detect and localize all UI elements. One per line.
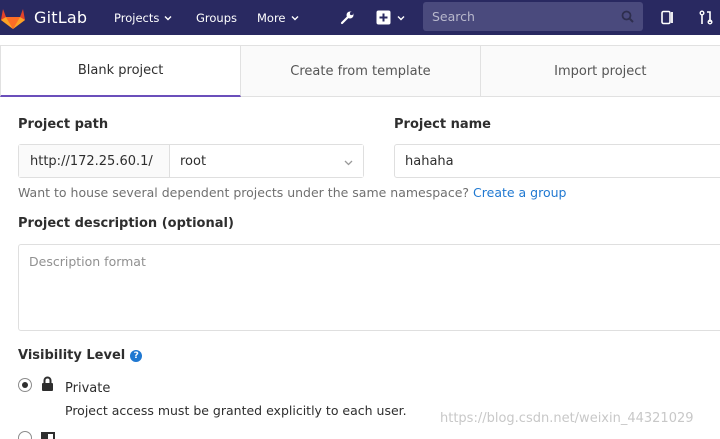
chevron-down-icon [397,15,405,20]
brand-name: GitLab [34,8,88,27]
merge-requests-button[interactable] [699,0,714,35]
project-name-value: hahaha [405,153,454,169]
new-dropdown-button[interactable] [376,0,405,35]
project-path-label: Project path [18,117,109,132]
namespace-value: root [180,153,207,169]
nav-groups-label: Groups [196,10,238,25]
top-navbar: GitLab Projects Groups More [0,0,720,35]
visibility-private-title: Private [65,381,111,396]
project-description-placeholder: Description format [29,254,146,269]
issues-button[interactable] [661,0,676,35]
namespace-select[interactable]: root [170,145,363,177]
chevron-down-icon [291,15,299,20]
lock-icon [42,376,53,391]
search-icon [621,10,634,23]
nav-groups[interactable]: Groups [196,0,237,35]
tab-blank-project-label: Blank project [77,63,164,78]
create-group-link[interactable]: Create a group [473,185,566,200]
search-box[interactable] [423,2,643,31]
tab-create-from-template-label: Create from template [290,64,431,79]
nav-projects[interactable]: Projects [114,0,172,35]
gitlab-logo-icon [1,8,25,29]
merge-request-icon [699,10,713,25]
tab-import-project-label: Import project [554,64,647,79]
visibility-private-description: Project access must be granted explicitl… [65,403,407,418]
issues-icon [661,10,673,25]
shield-icon [41,432,55,439]
watermark: https://blog.csdn.net/weixin_44321029 [440,411,694,426]
project-path-prefix: http://172.25.60.1/ [19,145,170,177]
brand[interactable]: GitLab [0,0,87,35]
chevron-down-icon [164,15,172,20]
wrench-icon [340,11,354,25]
chevron-down-icon [344,160,353,166]
visibility-level-label: Visibility Level? [18,348,143,363]
project-path-group: http://172.25.60.1/ root [18,144,364,178]
nav-projects-label: Projects [114,10,160,25]
tab-import-project[interactable]: Import project [481,46,720,97]
plus-square-icon [376,10,391,25]
nav-more[interactable]: More [257,0,299,35]
visibility-internal-radio[interactable] [18,431,32,439]
project-description-textarea[interactable]: Description format [18,244,720,331]
admin-area-button[interactable] [340,0,355,35]
project-creation-tabs: Blank project Create from template Impor… [0,45,720,97]
visibility-level-text: Visibility Level [18,348,126,363]
namespace-help-label: Want to house several dependent projects… [18,185,470,200]
tab-create-from-template[interactable]: Create from template [241,46,481,97]
project-name-label: Project name [394,117,491,132]
search-input[interactable] [423,9,613,24]
namespace-help-text: Want to house several dependent projects… [18,185,566,200]
nav-more-label: More [257,10,286,25]
help-question-icon[interactable]: ? [130,350,143,362]
visibility-private-radio[interactable] [18,378,32,392]
tab-blank-project[interactable]: Blank project [0,46,242,97]
project-name-input[interactable]: hahaha [394,144,720,178]
project-description-label: Project description (optional) [18,216,234,231]
